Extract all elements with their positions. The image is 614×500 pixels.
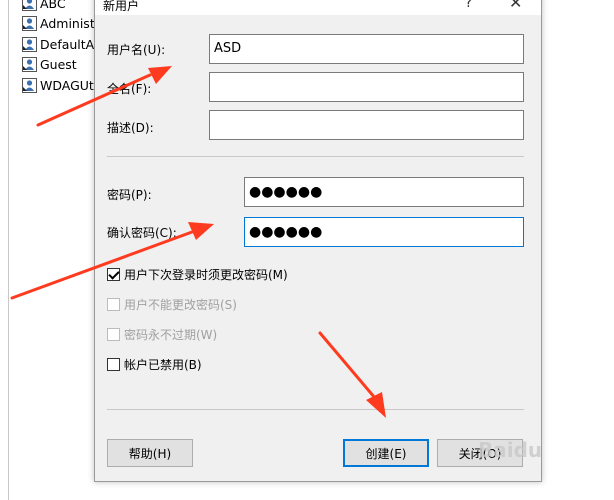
watermark: Baidu [478, 438, 543, 462]
arrow-annotation [10, 66, 386, 418]
arrow-to-password [10, 222, 214, 300]
arrow-to-create [318, 331, 386, 418]
arrow-to-username [36, 66, 172, 127]
